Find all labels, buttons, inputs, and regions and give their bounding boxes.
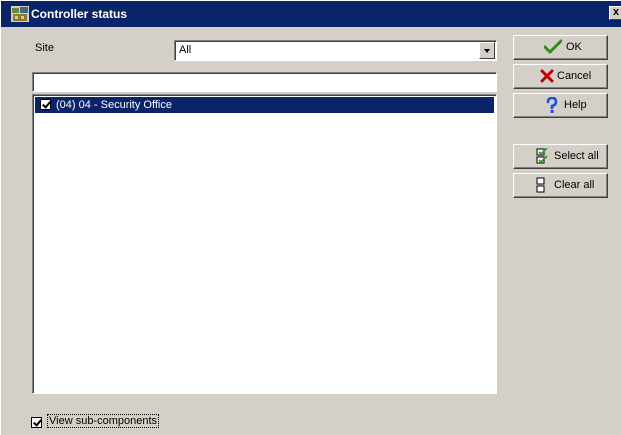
title-bar[interactable]: Controller status x: [1, 1, 621, 27]
window-title: Controller status: [31, 7, 128, 21]
select-all-button[interactable]: Select all: [513, 144, 608, 169]
clear-all-label: Clear all: [554, 179, 595, 191]
select-all-label: Select all: [554, 150, 599, 162]
view-sub-components-label[interactable]: View sub-components: [47, 414, 160, 428]
controller-app-icon: [11, 6, 29, 22]
clear-all-button[interactable]: Clear all: [513, 173, 608, 198]
help-button[interactable]: Help: [513, 93, 608, 118]
chevron-down-icon[interactable]: [479, 42, 495, 59]
site-label: Site: [35, 42, 54, 54]
view-sub-components-checkbox[interactable]: [31, 417, 42, 428]
list-item[interactable]: (04) 04 - Security Office: [35, 97, 494, 113]
filter-input[interactable]: [32, 72, 497, 92]
list-item-checkbox[interactable]: [40, 99, 51, 110]
controller-status-dialog: Controller status x Site All (04) 04 - S…: [0, 0, 621, 435]
site-dropdown-value: All: [179, 44, 192, 56]
select-all-icon: [536, 147, 550, 168]
red-x-icon: [540, 68, 554, 87]
site-dropdown[interactable]: All: [174, 40, 497, 61]
checkmark-icon: [543, 39, 563, 58]
ok-button[interactable]: OK: [513, 35, 608, 60]
ok-button-label: OK: [566, 41, 582, 53]
question-mark-icon: [546, 96, 558, 117]
close-icon[interactable]: x: [609, 6, 621, 20]
help-button-label: Help: [564, 99, 587, 111]
cancel-button-label: Cancel: [557, 70, 592, 82]
clear-all-icon: [536, 177, 548, 197]
controller-list[interactable]: (04) 04 - Security Office: [32, 94, 497, 394]
cancel-button[interactable]: Cancel: [513, 64, 608, 89]
list-item-label: (04) 04 - Security Office: [56, 99, 172, 111]
